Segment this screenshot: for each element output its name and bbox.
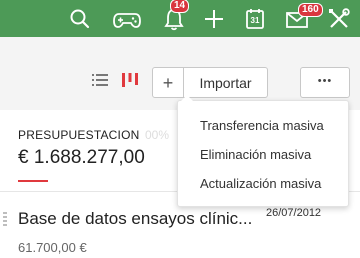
summary-underline: [18, 180, 48, 182]
summary-hidden-fragment: 00%: [145, 128, 170, 142]
menu-item-eliminacion-masiva[interactable]: Eliminación masiva: [200, 147, 311, 162]
search-icon[interactable]: [67, 6, 93, 32]
summary-label: PRESUPUESTACION: [18, 128, 140, 142]
list-item-amount: 61.700,00 €: [18, 240, 87, 255]
menu-item-actualizacion-masiva[interactable]: Actualización masiva: [200, 176, 321, 191]
add-button[interactable]: +: [152, 67, 184, 98]
bulk-actions-menu: Transferencia masiva Eliminación masiva …: [177, 95, 349, 207]
import-button[interactable]: Importar: [183, 67, 268, 98]
calendar-day: 31: [250, 16, 260, 25]
list-item[interactable]: Base de datos ensayos clínic... 26/07/20…: [0, 202, 360, 258]
menu-item-transferencia-masiva[interactable]: Transferencia masiva: [200, 118, 324, 133]
messages-badge: 160: [298, 3, 323, 17]
kanban-view-icon[interactable]: [122, 72, 138, 88]
menu-caret: [181, 95, 193, 101]
gamepad-icon[interactable]: [112, 6, 142, 32]
calendar-icon[interactable]: 31: [242, 6, 268, 32]
top-navigation-bar: 14 31 160: [0, 0, 360, 37]
drag-handle-icon[interactable]: [3, 211, 7, 229]
list-view-icon[interactable]: [92, 73, 108, 87]
plus-icon[interactable]: [201, 6, 227, 32]
summary-amount: € 1.688.277,00: [18, 147, 145, 168]
tools-icon[interactable]: [326, 6, 352, 32]
list-item-date: 26/07/2012: [266, 207, 322, 219]
import-button-label: Importar: [199, 75, 252, 91]
more-actions-button[interactable]: •••: [300, 67, 350, 98]
notifications-badge: 14: [170, 0, 190, 13]
add-symbol: +: [162, 73, 174, 93]
more-actions-dots: •••: [317, 75, 333, 87]
list-item-title[interactable]: Base de datos ensayos clínic...: [18, 209, 252, 229]
